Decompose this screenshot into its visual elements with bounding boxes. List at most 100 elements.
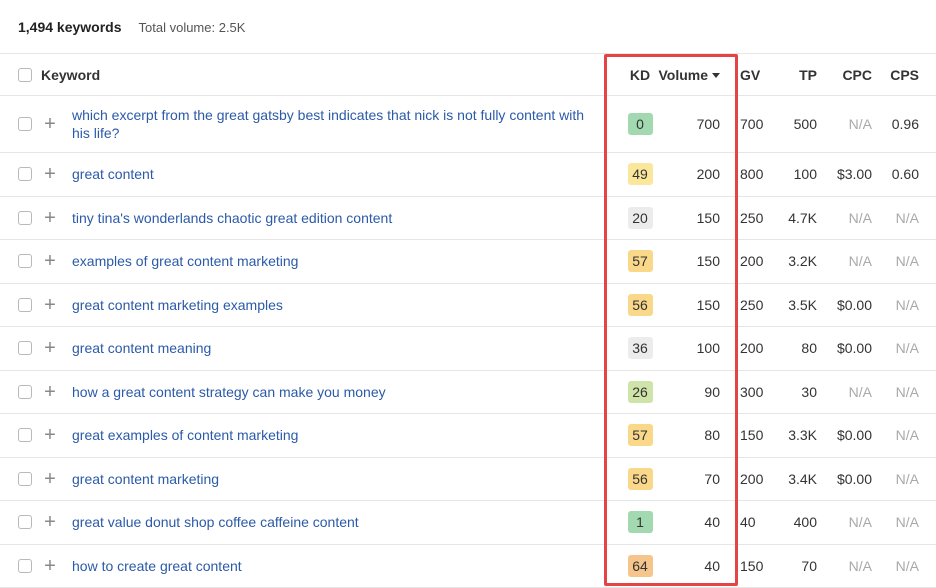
table-row: + examples of great content marketing 57 15…	[0, 240, 936, 284]
column-header-keyword[interactable]: Keyword	[41, 54, 100, 95]
row-checkbox[interactable]	[18, 414, 33, 457]
cpc-value: $0.00	[836, 340, 872, 357]
cps-value: 0.96	[891, 116, 919, 132]
cpc-value: N/A	[848, 116, 872, 132]
keyword-link[interactable]: tiny tina's wonderlands chaotic great ed…	[72, 209, 392, 227]
add-to-list-plus-icon[interactable]: +	[43, 284, 57, 327]
gv-value: 200	[740, 340, 764, 357]
keyword-link[interactable]: how a great content strategy can make yo…	[72, 383, 386, 401]
keyword-link[interactable]: examples of great content marketing	[72, 252, 298, 270]
kd-badge: 57	[627, 424, 653, 447]
cpc-value: N/A	[848, 383, 872, 400]
add-to-list-plus-icon[interactable]: +	[43, 545, 57, 588]
add-to-list-plus-icon[interactable]: +	[43, 458, 57, 501]
table-row: + great content marketing examples 56 150 25…	[0, 284, 936, 327]
row-checkbox[interactable]	[18, 458, 33, 501]
row-checkbox[interactable]	[18, 327, 33, 370]
column-header-volume[interactable]: Volume	[658, 54, 720, 95]
row-checkbox[interactable]	[18, 197, 33, 240]
cpc-value: N/A	[848, 253, 872, 270]
kd-badge: 64	[627, 554, 653, 577]
kd-badge: 57	[627, 250, 653, 273]
table-row: + how to create great content 64 40 150 70 N/A…	[0, 545, 936, 588]
row-checkbox[interactable]	[18, 96, 33, 152]
volume-value: 80	[704, 427, 720, 444]
keyword-link[interactable]: great content meaning	[72, 339, 211, 357]
cps-value: N/A	[895, 514, 919, 531]
table-header: Keyword KD Volume GV TP CPC CPS	[0, 54, 936, 96]
tp-value: 80	[801, 340, 817, 357]
add-to-list-plus-icon[interactable]: +	[43, 153, 57, 196]
keyword-link[interactable]: great content marketing	[72, 470, 219, 488]
sort-descending-icon	[712, 73, 720, 78]
kd-badge: 56	[627, 467, 653, 490]
cps-value: N/A	[895, 253, 919, 270]
table-row: + great content meaning 36 100 200 80 $0.00 N/A	[0, 327, 936, 371]
volume-value: 200	[696, 166, 720, 183]
volume-value: 100	[696, 340, 720, 357]
kd-badge: 49	[627, 163, 653, 186]
row-checkbox[interactable]	[18, 153, 33, 196]
volume-value: 150	[696, 296, 720, 313]
column-header-cpc[interactable]: CPC	[825, 54, 872, 95]
column-header-cps[interactable]: CPS	[878, 54, 919, 95]
cps-value: N/A	[895, 209, 919, 226]
cps-value: N/A	[895, 427, 919, 444]
cps-value: N/A	[895, 470, 919, 487]
cps-value: N/A	[895, 557, 919, 574]
table-row: + how a great content strategy can make y…	[0, 371, 936, 414]
volume-value: 90	[704, 383, 720, 400]
volume-value: 40	[704, 557, 720, 574]
add-to-list-plus-icon[interactable]: +	[43, 240, 57, 283]
keyword-link[interactable]: great value donut shop coffee caffeine c…	[72, 513, 359, 531]
kd-badge: 20	[627, 206, 653, 229]
keywords-table: Keyword KD Volume GV TP CPC CPS + which e…	[0, 53, 936, 588]
table-row: + great value donut shop coffee caffeine …	[0, 501, 936, 545]
gv-value: 200	[740, 470, 764, 487]
results-summary: 1,494 keywords Total volume: 2.5K	[18, 17, 245, 37]
table-row: + great examples of content marketing 57 80…	[0, 414, 936, 458]
kd-badge: 36	[627, 337, 653, 360]
gv-value: 40	[740, 514, 756, 531]
add-to-list-plus-icon[interactable]: +	[43, 371, 57, 414]
cpc-value: $0.00	[836, 427, 872, 444]
column-header-gv[interactable]: GV	[740, 54, 774, 95]
add-to-list-plus-icon[interactable]: +	[43, 197, 57, 240]
row-checkbox[interactable]	[18, 240, 33, 283]
cpc-value: $3.00	[836, 166, 872, 183]
keyword-link[interactable]: great examples of content marketing	[72, 426, 298, 444]
row-checkbox[interactable]	[18, 545, 33, 588]
cpc-value: N/A	[848, 514, 872, 531]
table-row: + tiny tina's wonderlands chaotic great e…	[0, 197, 936, 240]
cps-value: N/A	[895, 296, 919, 313]
volume-value: 70	[704, 470, 720, 487]
add-to-list-plus-icon[interactable]: +	[43, 501, 57, 544]
add-to-list-plus-icon[interactable]: +	[43, 327, 57, 370]
table-row: + which excerpt from the great gatsby bes…	[0, 96, 936, 153]
kd-badge: 0	[627, 113, 653, 135]
keyword-link[interactable]: which excerpt from the great gatsby best…	[72, 106, 602, 142]
cpc-value: $0.00	[836, 296, 872, 313]
keyword-link[interactable]: how to create great content	[72, 557, 242, 575]
keyword-link[interactable]: great content marketing examples	[72, 296, 283, 314]
row-checkbox[interactable]	[18, 371, 33, 414]
column-header-tp[interactable]: TP	[777, 54, 817, 95]
table-row: + great content 49 200 800 100 $3.00 0.60	[0, 153, 936, 197]
cpc-value: N/A	[848, 209, 872, 226]
tp-value: 30	[801, 383, 817, 400]
keyword-link[interactable]: great content	[72, 165, 154, 183]
cpc-value: $0.00	[836, 470, 872, 487]
cpc-value: N/A	[848, 557, 872, 574]
gv-value: 150	[740, 427, 764, 444]
row-checkbox[interactable]	[18, 501, 33, 544]
select-all-checkbox[interactable]	[18, 54, 33, 95]
row-checkbox[interactable]	[18, 284, 33, 327]
add-to-list-plus-icon[interactable]: +	[43, 96, 57, 152]
volume-value: 150	[696, 209, 720, 226]
tp-value: 3.2K	[788, 253, 817, 270]
gv-value: 150	[740, 557, 764, 574]
add-to-list-plus-icon[interactable]: +	[43, 414, 57, 457]
tp-value: 70	[801, 557, 817, 574]
gv-value: 700	[740, 116, 764, 132]
kd-badge: 26	[627, 380, 653, 403]
